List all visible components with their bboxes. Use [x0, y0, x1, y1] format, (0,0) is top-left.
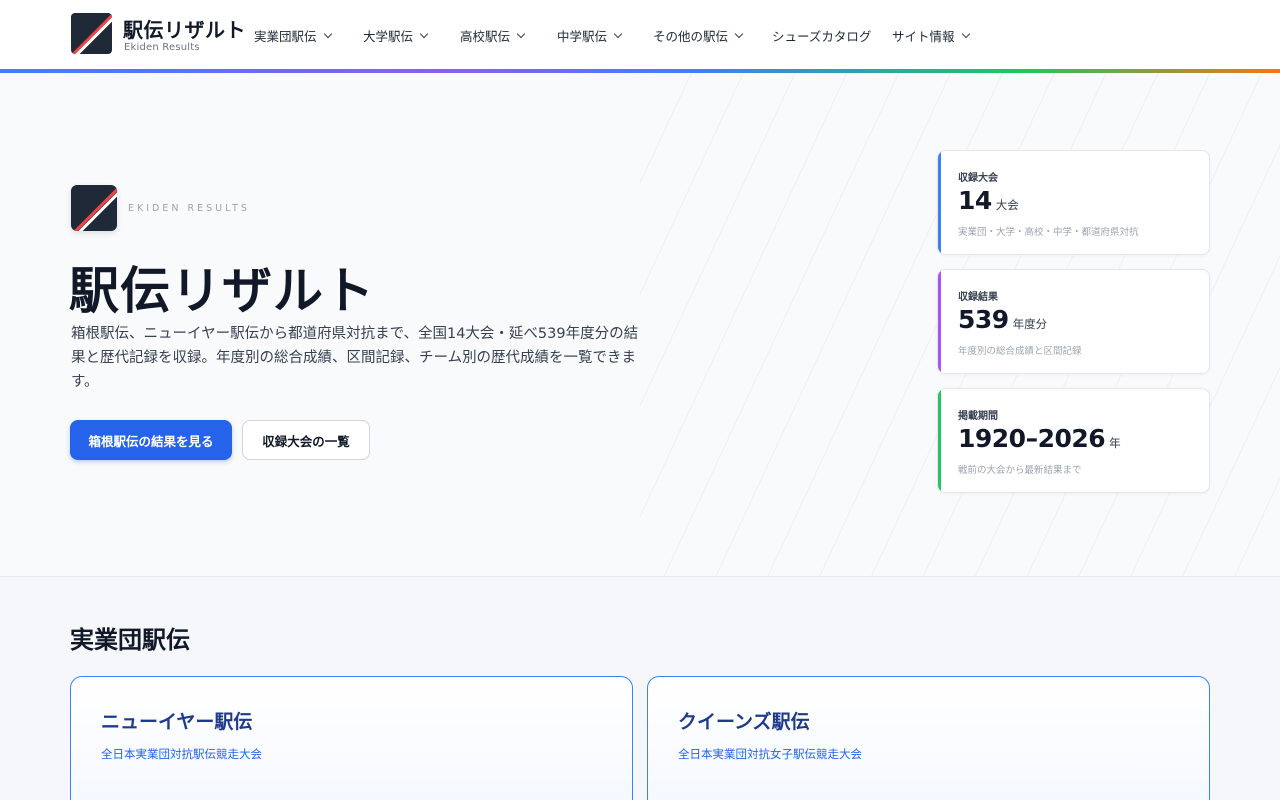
nav-item-highschool-ekiden[interactable]: 高校駅伝: [460, 25, 526, 45]
site-header: 駅伝リザルト Ekiden Results 実業団駅伝 大学駅伝 高校駅伝 中学…: [0, 0, 1280, 69]
chevron-down-icon: [516, 29, 526, 38]
stat-accent-bar: [938, 389, 941, 492]
view-hakone-results-button[interactable]: 箱根駅伝の結果を見る: [70, 420, 232, 460]
event-subtitle: 全日本実業団対抗駅伝競走大会: [101, 747, 262, 761]
stat-value: 539: [958, 305, 1009, 334]
nav-item-label: 高校駅伝: [460, 28, 511, 44]
event-list-button[interactable]: 収録大会の一覧: [242, 420, 370, 460]
stat-card-events: 収録大会 14 大会 実業団・大学・高校・中学・都道府県対抗: [937, 150, 1210, 255]
nav-item-corporate-ekiden[interactable]: 実業団駅伝: [254, 25, 332, 45]
stat-label: 掲載期間: [958, 411, 998, 422]
hero-title: 駅伝リザルト: [69, 262, 375, 320]
hero-section: EKIDEN RESULTS 駅伝リザルト 箱根駅伝、ニューイヤー駅伝から都道府…: [0, 73, 1280, 576]
event-subtitle: 全日本実業団対抗女子駅伝競走大会: [678, 747, 862, 761]
stat-note: 戦前の大会から最新結果まで: [958, 465, 1082, 476]
site-title[interactable]: 駅伝リザルト: [123, 14, 246, 43]
nav-item-juniorhigh-ekiden[interactable]: 中学駅伝: [557, 25, 623, 45]
nav-item-shoes-catalog[interactable]: シューズカタログ: [772, 25, 871, 45]
stat-note: 年度別の総合成績と区間記録: [958, 346, 1082, 357]
chevron-down-icon: [734, 29, 744, 38]
chevron-down-icon: [323, 29, 332, 38]
nav-item-label: シューズカタログ: [772, 28, 872, 44]
nav-item-university-ekiden[interactable]: 大学駅伝: [363, 25, 429, 45]
chevron-down-icon: [961, 29, 970, 38]
event-card-queens-ekiden[interactable]: クイーンズ駅伝 全日本実業団対抗女子駅伝競走大会: [647, 676, 1210, 800]
stat-accent-bar: [938, 270, 941, 373]
stat-card-results: 収録結果 539 年度分 年度別の総合成績と区間記録: [937, 269, 1210, 374]
stat-unit: 年度分: [1012, 317, 1048, 331]
hero-logo-icon: [71, 185, 117, 231]
event-name: クイーンズ駅伝: [678, 711, 810, 733]
site-subtitle: Ekiden Results: [124, 42, 200, 53]
nav-item-label: サイト情報: [892, 28, 955, 44]
stat-value: 14: [958, 186, 992, 215]
nav-item-label: その他の駅伝: [653, 28, 729, 44]
nav-item-label: 大学駅伝: [363, 28, 414, 44]
event-card-new-year-ekiden[interactable]: ニューイヤー駅伝 全日本実業団対抗駅伝競走大会: [70, 676, 633, 800]
chevron-down-icon: [613, 29, 623, 38]
logo-icon[interactable]: [71, 13, 112, 54]
stat-accent-bar: [938, 151, 941, 254]
event-name: ニューイヤー駅伝: [101, 711, 253, 733]
stat-card-period: 掲載期間 1920–2026 年 戦前の大会から最新結果まで: [937, 388, 1210, 493]
chevron-down-icon: [419, 29, 429, 38]
nav-item-label: 実業団駅伝: [254, 28, 317, 44]
nav-item-label: 中学駅伝: [557, 28, 608, 44]
stat-unit: 年: [1109, 436, 1121, 450]
stat-label: 収録大会: [958, 173, 998, 184]
corporate-ekiden-section: 実業団駅伝 ニューイヤー駅伝 全日本実業団対抗駅伝競走大会 クイーンズ駅伝 全日…: [0, 576, 1280, 800]
hero-description: 箱根駅伝、ニューイヤー駅伝から都道府県対抗まで、全国14大会・延べ539年度分の…: [71, 326, 639, 390]
stat-unit: 大会: [995, 198, 1019, 212]
stat-label: 収録結果: [958, 292, 998, 303]
nav-item-site-info[interactable]: サイト情報: [892, 25, 970, 45]
stat-value: 1920–2026: [958, 424, 1106, 453]
hero-eyebrow: EKIDEN RESULTS: [128, 203, 250, 214]
stat-note: 実業団・大学・高校・中学・都道府県対抗: [958, 227, 1139, 238]
nav-item-other-ekiden[interactable]: その他の駅伝: [653, 25, 744, 45]
section-title: 実業団駅伝: [70, 626, 190, 654]
